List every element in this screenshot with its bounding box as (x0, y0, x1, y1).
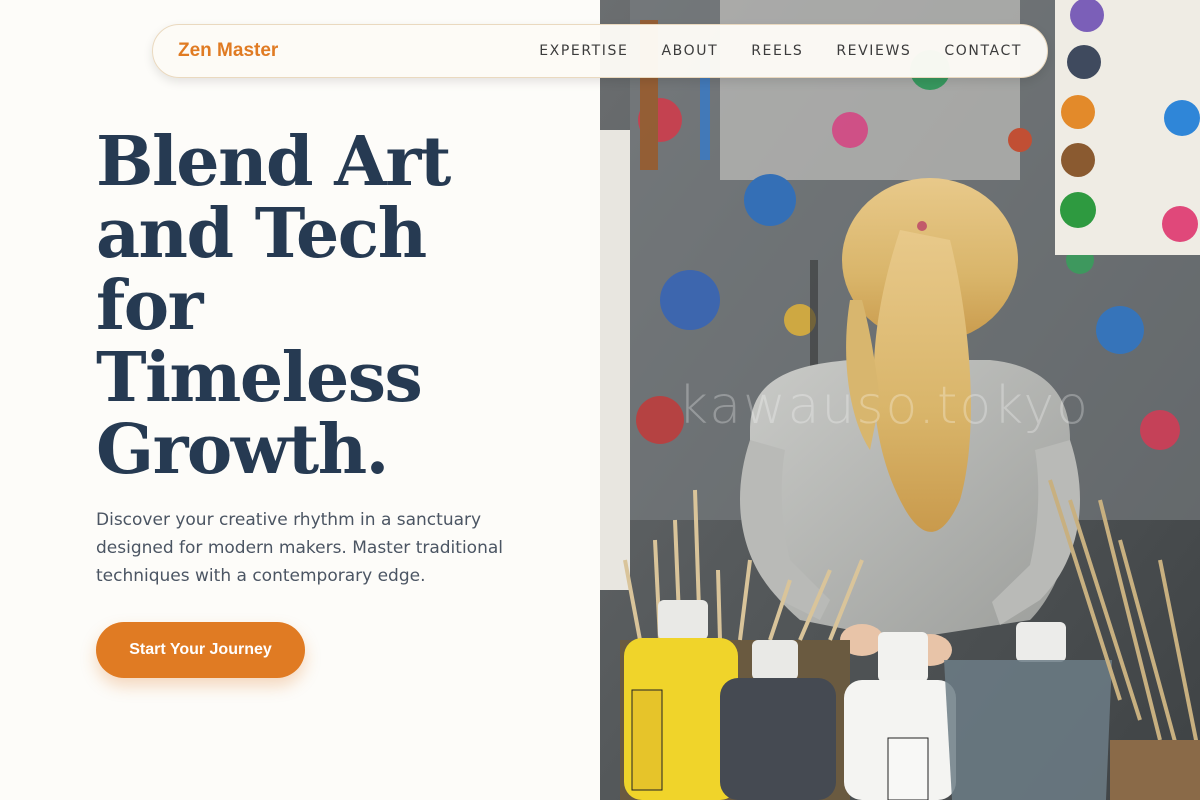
hero-subtext: Discover your creative rhythm in a sanct… (96, 510, 503, 586)
nav-link-expertise[interactable]: EXPERTISE (539, 43, 628, 59)
nav-link-about[interactable]: ABOUT (661, 43, 718, 59)
headline-line: Timeless (96, 338, 423, 418)
nav-link-contact[interactable]: CONTACT (944, 43, 1022, 59)
nav-link-reviews[interactable]: REVIEWS (836, 43, 911, 59)
headline-line: Growth. (96, 410, 389, 490)
start-journey-button[interactable]: Start Your Journey (96, 622, 305, 678)
brand-logo[interactable]: Zen Master (178, 40, 278, 62)
hero-headline: Blend Art and Tech for Timeless Growth. (96, 126, 566, 486)
headline-line: for (96, 266, 203, 346)
nav-links: EXPERTISE ABOUT REELS REVIEWS CONTACT (506, 43, 1022, 59)
top-navigation: Zen Master EXPERTISE ABOUT REELS REVIEWS… (152, 24, 1048, 78)
watermark-text: kawauso.tokyo (678, 376, 1090, 436)
nav-link-reels[interactable]: REELS (751, 43, 803, 59)
headline-line: and Tech (96, 194, 427, 274)
hero-photo: kawauso.tokyo (600, 0, 1200, 800)
headline-line: Blend Art (96, 122, 451, 202)
